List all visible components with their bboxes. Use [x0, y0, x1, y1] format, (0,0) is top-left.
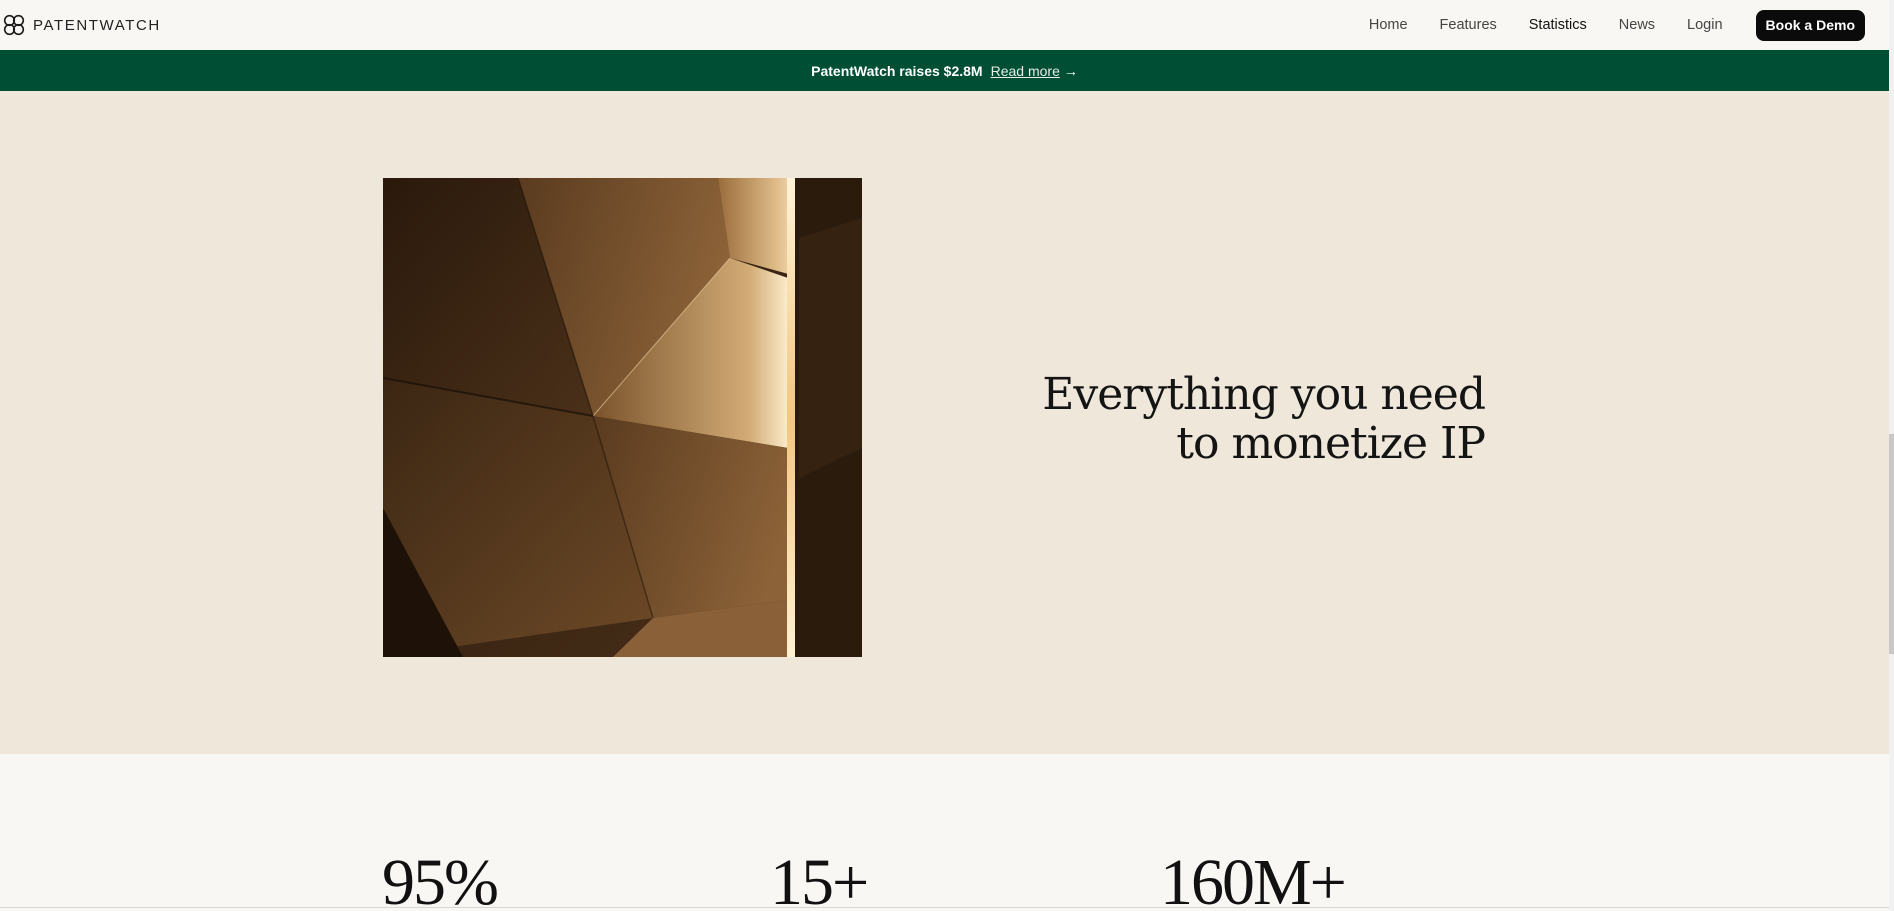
nav-link-features[interactable]: Features — [1440, 17, 1497, 33]
brand-name: PATENTWATCH — [33, 16, 161, 34]
nav-links: Home Features Statistics News Login Book… — [1337, 0, 1865, 50]
quatrefoil-logo-icon — [3, 14, 25, 36]
nav-link-login[interactable]: Login — [1687, 17, 1722, 33]
hero-image — [383, 178, 862, 657]
announcement-text: PatentWatch raises $2.8M — [811, 62, 983, 79]
scrollbar-track[interactable] — [1889, 0, 1894, 911]
bronze-panels-image — [383, 178, 862, 657]
bottom-divider — [0, 907, 1889, 908]
arrow-right-icon: → — [1063, 62, 1078, 79]
nav-link-news[interactable]: News — [1619, 17, 1655, 33]
top-nav: PATENTWATCH Home Features Statistics New… — [0, 0, 1889, 50]
announcement-bar: PatentWatch raises $2.8M Read more → — [0, 50, 1889, 91]
stat-value-patents: 160M+ — [1160, 846, 1347, 911]
nav-link-statistics[interactable]: Statistics — [1529, 17, 1587, 33]
stat-value-years: 15+ — [770, 846, 869, 911]
hero-title-line-1: Everything you need — [1042, 369, 1486, 420]
stats-section: 95% 15+ 160M+ — [0, 754, 1889, 911]
brand[interactable]: PATENTWATCH — [3, 14, 161, 36]
hero-title-line-2: to monetize IP — [1176, 418, 1486, 469]
scrollbar-thumb[interactable] — [1889, 434, 1894, 654]
hero-title: Everything you need to monetize IP — [885, 369, 1486, 469]
stat-value-accuracy: 95% — [382, 846, 499, 911]
book-demo-button[interactable]: Book a Demo — [1755, 9, 1865, 41]
nav-link-home[interactable]: Home — [1369, 17, 1408, 33]
read-more-link[interactable]: Read more — [991, 63, 1060, 79]
hero-section: Everything you need to monetize IP — [0, 91, 1889, 754]
